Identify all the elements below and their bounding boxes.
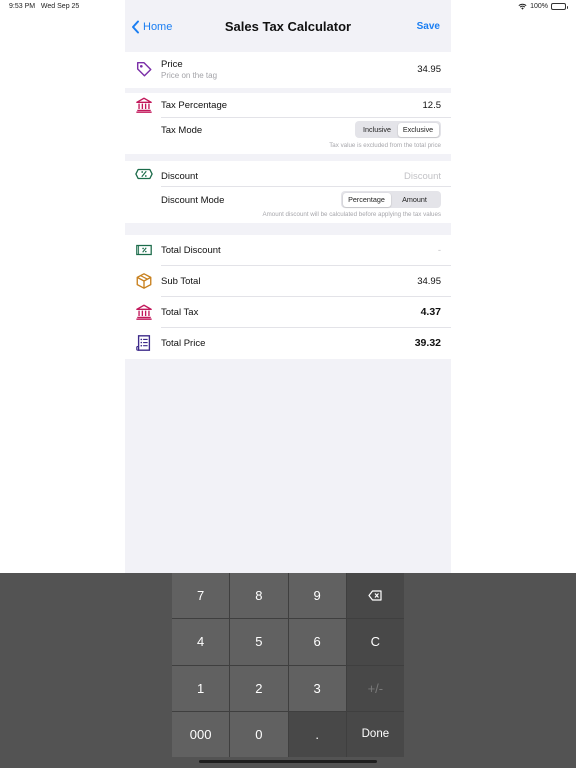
total-discount-value: - xyxy=(437,245,441,256)
box-icon xyxy=(135,272,153,290)
clear-key[interactable]: C xyxy=(346,619,404,665)
key-4[interactable]: 4 xyxy=(172,619,230,665)
done-key[interactable]: Done xyxy=(346,711,404,757)
receipt-icon xyxy=(135,334,153,352)
tax-mode-inclusive[interactable]: Inclusive xyxy=(357,123,398,137)
discount-mode-amount[interactable]: Amount xyxy=(391,193,439,207)
plus-minus-key[interactable]: +/- xyxy=(346,665,404,711)
price-row[interactable]: Price Price on the tag 34.95 xyxy=(125,52,451,88)
price-section: Price Price on the tag 34.95 xyxy=(125,52,451,88)
total-tax-value: 4.37 xyxy=(420,306,441,318)
key-1[interactable]: 1 xyxy=(172,665,230,711)
wifi-icon xyxy=(518,3,527,10)
discount-input[interactable]: Discount xyxy=(404,171,441,182)
total-discount-row: Total Discount - xyxy=(125,235,451,265)
key-6[interactable]: 6 xyxy=(288,619,346,665)
key-3[interactable]: 3 xyxy=(288,665,346,711)
decimal-key[interactable]: . xyxy=(288,711,346,757)
back-button[interactable]: Home xyxy=(131,20,172,34)
total-discount-label: Total Discount xyxy=(161,245,221,256)
total-tax-label: Total Tax xyxy=(161,307,199,318)
status-date: Wed Sep 25 xyxy=(40,3,80,10)
page-title: Sales Tax Calculator xyxy=(224,19,352,34)
navigation-bar: Home Sales Tax Calculator Save xyxy=(125,14,451,44)
price-value[interactable]: 34.95 xyxy=(417,64,441,75)
tax-percentage-row[interactable]: Tax Percentage 12.5 xyxy=(125,93,451,117)
key-7[interactable]: 7 xyxy=(172,573,230,619)
discount-row[interactable]: Discount Discount xyxy=(125,161,451,186)
keypad-grid: 7 8 9 4 5 6 C 1 2 3 +/- 000 0 . Done xyxy=(172,573,404,757)
key-9[interactable]: 9 xyxy=(288,573,346,619)
save-button[interactable]: Save xyxy=(417,21,440,32)
status-time-text: 9:53 PM xyxy=(9,3,36,10)
key-0[interactable]: 0 xyxy=(230,711,288,757)
tax-mode-label: Tax Mode xyxy=(161,125,203,136)
price-sublabel: Price on the tag xyxy=(161,71,218,80)
backspace-key[interactable] xyxy=(346,573,404,619)
status-time: 9:53 PM Wed Sep 25 xyxy=(9,3,79,10)
price-label: Price xyxy=(161,59,183,70)
total-price-label: Total Price xyxy=(161,338,206,349)
status-indicators: 100% xyxy=(518,3,568,10)
key-2[interactable]: 2 xyxy=(230,665,288,711)
discount-section: Discount Discount Discount Mode Percenta… xyxy=(125,161,451,223)
banknote-icon xyxy=(135,241,153,259)
discount-label: Discount xyxy=(161,171,198,182)
total-price-value: 39.32 xyxy=(414,337,441,349)
tax-section: Tax Percentage 12.5 Tax Mode Inclusive E… xyxy=(125,93,451,154)
total-tax-row: Total Tax 4.37 xyxy=(125,297,451,327)
key-000[interactable]: 000 xyxy=(172,711,230,757)
price-tag-icon xyxy=(135,60,153,78)
home-indicator xyxy=(199,760,377,763)
total-price-row: Total Price 39.32 xyxy=(125,328,451,359)
discount-mode-percentage[interactable]: Percentage xyxy=(342,192,391,207)
sub-total-row: Sub Total 34.95 xyxy=(125,266,451,296)
backspace-icon xyxy=(368,590,382,601)
results-section: Total Discount - Sub Total 34.95 Total T… xyxy=(125,235,451,359)
back-button-label: Home xyxy=(143,21,173,33)
discount-mode-label: Discount Mode xyxy=(161,195,225,206)
key-5[interactable]: 5 xyxy=(230,619,288,665)
discount-mode-row: Discount Mode Percentage Amount Amount d… xyxy=(125,187,451,223)
battery-icon xyxy=(551,3,568,10)
sub-total-value: 34.95 xyxy=(417,276,441,287)
sub-total-label: Sub Total xyxy=(161,276,201,287)
bank-icon xyxy=(135,303,153,321)
discount-mode-hint: Amount discount will be calculated befor… xyxy=(262,211,441,218)
battery-percent: 100% xyxy=(530,3,548,10)
bank-icon xyxy=(135,96,153,114)
tax-mode-segmented-control[interactable]: Inclusive Exclusive xyxy=(355,121,441,138)
discount-ticket-icon xyxy=(135,165,153,183)
tax-percentage-value[interactable]: 12.5 xyxy=(423,100,442,111)
tax-mode-exclusive[interactable]: Exclusive xyxy=(397,122,439,137)
numeric-keyboard: 7 8 9 4 5 6 C 1 2 3 +/- 000 0 . Done xyxy=(0,573,576,768)
chevron-left-icon xyxy=(132,20,139,34)
tax-percentage-label: Tax Percentage xyxy=(161,100,228,111)
tax-mode-hint: Tax value is excluded from the total pri… xyxy=(329,142,441,149)
key-8[interactable]: 8 xyxy=(230,573,288,619)
discount-mode-segmented-control[interactable]: Percentage Amount xyxy=(341,191,441,208)
tax-mode-row: Tax Mode Inclusive Exclusive Tax value i… xyxy=(125,118,451,154)
